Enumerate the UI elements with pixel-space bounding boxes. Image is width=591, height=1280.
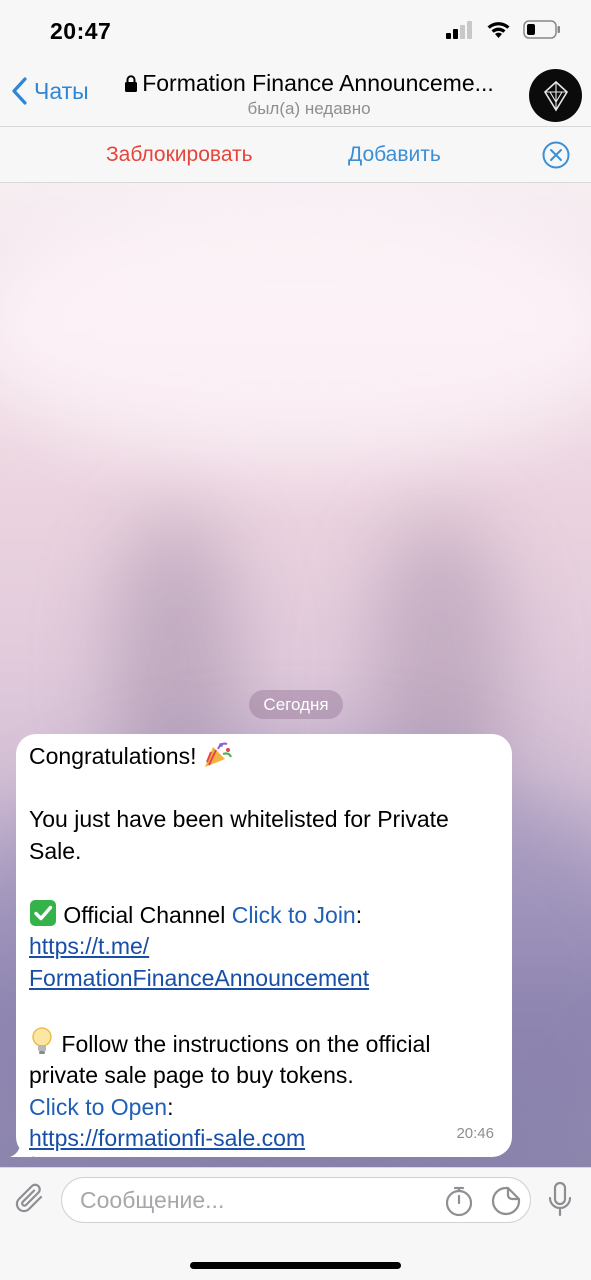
avatar-logo-icon — [543, 80, 568, 112]
message-composer — [0, 1167, 591, 1280]
click-to-join-link[interactable]: Click to Join — [232, 902, 356, 928]
last-seen-status: был(а) недавно — [247, 99, 371, 118]
message-field[interactable] — [61, 1177, 531, 1223]
back-label: Чаты — [34, 77, 89, 104]
message-whitelist-text: You just have been whitelisted for Priva… — [29, 806, 449, 864]
paperclip-icon[interactable] — [14, 1182, 48, 1218]
timer-icon[interactable] — [444, 1185, 474, 1217]
chat-header: Чаты Formation Finance Announceme... был… — [0, 62, 591, 127]
party-popper-icon — [204, 742, 232, 767]
chat-title-text: Formation Finance Announceme... — [142, 70, 494, 96]
sale-url-link[interactable]: https://formationfi-sale.com — [29, 1125, 305, 1151]
check-mark-icon — [30, 899, 56, 926]
click-to-open-link[interactable]: Click to Open — [29, 1094, 167, 1120]
message-greeting: Congratulations! — [29, 740, 496, 773]
status-time: 20:47 — [50, 18, 112, 44]
message-bubble[interactable]: Congratulations! You just have been whit… — [16, 734, 512, 1157]
add-contact-button[interactable]: Добавить — [348, 143, 441, 167]
message-time: 20:46 — [456, 1124, 494, 1142]
lightbulb-icon — [32, 1026, 52, 1054]
status-bar: 20:47 — [0, 0, 591, 62]
block-button[interactable]: Заблокировать — [106, 143, 253, 167]
avatar[interactable] — [529, 69, 582, 122]
close-icon[interactable] — [541, 140, 571, 170]
back-button[interactable]: Чаты — [10, 76, 89, 106]
chat-title-area[interactable]: Formation Finance Announceme... был(а) н… — [104, 70, 514, 119]
channel-url-link[interactable]: https://t.me/ FormationFinanceAnnounceme… — [29, 931, 496, 994]
cellular-signal-icon — [446, 20, 472, 39]
chat-title: Formation Finance Announceme... — [104, 70, 514, 97]
lock-icon — [125, 74, 138, 92]
microphone-icon[interactable] — [547, 1181, 573, 1219]
back-chevron-icon — [12, 77, 27, 105]
sticker-icon[interactable] — [490, 1185, 522, 1217]
battery-icon — [523, 20, 560, 39]
date-separator: Сегодня — [249, 690, 343, 719]
status-icons — [446, 20, 561, 39]
message-channel-line: Official Channel Click to Join: — [29, 899, 496, 932]
contact-action-bar: Заблокировать Добавить — [0, 127, 591, 183]
message-instructions: Follow the instructions on the official … — [29, 1026, 496, 1092]
wifi-icon — [487, 21, 510, 38]
home-indicator — [190, 1262, 401, 1269]
message-input[interactable] — [80, 1186, 440, 1214]
message-open-line: Click to Open: — [29, 1093, 174, 1120]
